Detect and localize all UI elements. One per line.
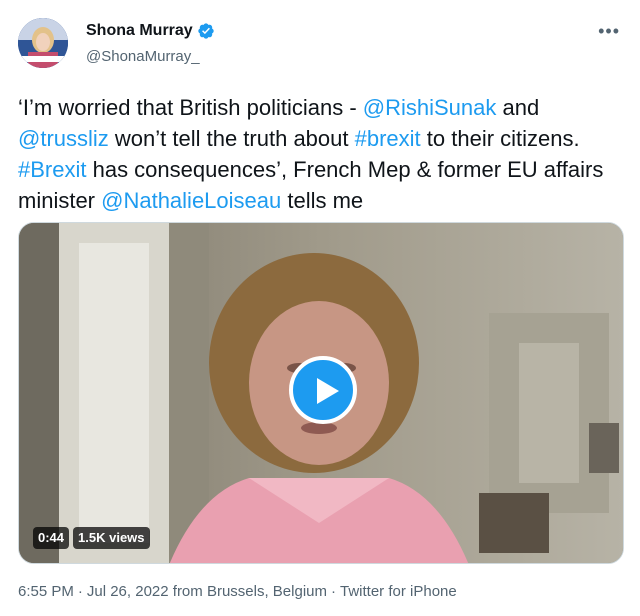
hashtag-link[interactable]: #brexit [355,126,421,151]
tweet-text-part: ‘I’m worried that British politicians - [18,95,363,120]
mention-link[interactable]: @NathalieLoiseau [101,188,281,213]
play-icon [317,378,339,404]
author-name[interactable]: Shona Murray [86,22,193,40]
mention-link[interactable]: @RishiSunak [363,95,497,120]
video-badges: 0:44 1.5K views [33,527,150,549]
tweet: Shona Murray @ShonaMurray_ ••• ‘I’m worr… [0,0,640,616]
video-player[interactable]: 0:44 1.5K views [18,222,624,564]
tweet-text-part: won’t tell the truth about [108,126,355,151]
more-icon[interactable]: ••• [598,22,620,40]
tweet-text: ‘I’m worried that British politicians - … [18,92,624,216]
author-handle[interactable]: @ShonaMurray_ [86,48,200,65]
tweet-text-part: and [496,95,540,120]
mention-link[interactable]: @trussliz [18,126,109,151]
play-button[interactable] [289,356,357,424]
verified-badge-icon [198,23,214,39]
avatar[interactable] [18,18,68,68]
avatar-image [18,18,68,68]
meta-separator: · [331,583,336,600]
tweet-text-part: tells me [281,188,364,213]
author-row: Shona Murray [86,22,215,40]
video-views: 1.5K views [73,527,150,549]
hashtag-link[interactable]: #Brexit [18,157,86,182]
tweet-source[interactable]: Twitter for iPhone [340,583,457,600]
tweet-time[interactable]: 6:55 PM [18,583,74,600]
tweet-text-part: to their citizens. [420,126,580,151]
tweet-meta: 6:55 PM · Jul 26, 2022 from Brussels, Be… [18,583,457,600]
tweet-date-location[interactable]: Jul 26, 2022 from Brussels, Belgium [87,583,327,600]
video-duration: 0:44 [33,527,70,549]
meta-separator: · [77,583,83,600]
